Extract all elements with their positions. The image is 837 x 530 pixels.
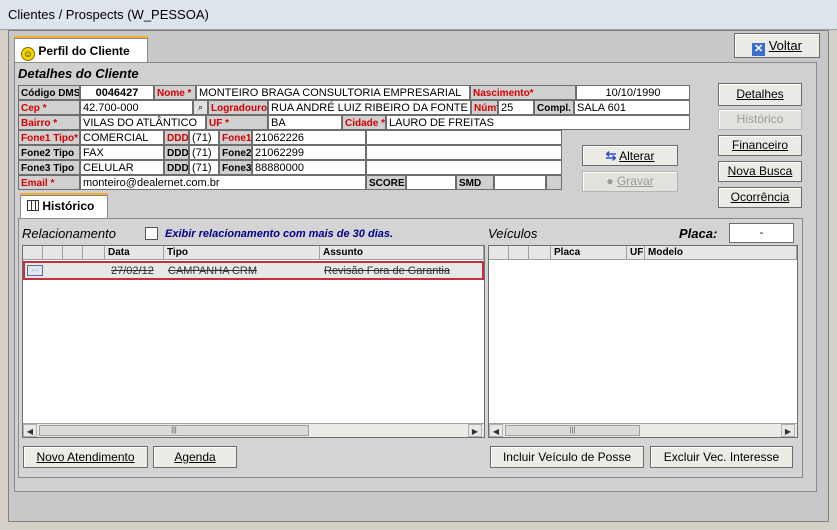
tab-perfil-do-cliente[interactable]: ☺ Perfil do Cliente xyxy=(14,38,148,62)
ddd3-label: DDD xyxy=(164,160,189,175)
cidade-field[interactable]: LAURO DE FREITAS xyxy=(386,115,690,130)
relacionamento-checkbox[interactable] xyxy=(145,227,158,240)
save-disk-icon: ● xyxy=(606,174,614,188)
placa-label: Placa: xyxy=(679,226,718,241)
tab-historico[interactable]: Histórico xyxy=(20,195,108,218)
bairro-label: Bairro * xyxy=(18,115,80,130)
table-icon xyxy=(27,200,39,211)
codigo-field[interactable]: 0046427 xyxy=(80,85,154,100)
placa-input[interactable]: - xyxy=(729,223,794,243)
fone1-label: Fone1 xyxy=(219,130,252,145)
fone1-tipo-label: Fone1 Tipo* xyxy=(18,130,80,145)
col-data[interactable]: Data xyxy=(105,246,164,260)
fone2-tipo-field[interactable]: FAX xyxy=(80,145,164,160)
ocorrencia-button[interactable]: Ocorrência xyxy=(718,187,802,208)
fone2-field[interactable]: 21062299 xyxy=(252,145,366,160)
scroll-right-icon[interactable]: ▶ xyxy=(468,424,482,437)
fone2-label: Fone2 xyxy=(219,145,252,160)
row-tipo: CAMPANHA CRM xyxy=(168,265,258,277)
detalhes-cliente-heading: Detalhes do Cliente xyxy=(18,66,139,81)
veiculos-grid: Placa UF Modelo ◀ ||| ▶ xyxy=(488,245,798,438)
relacionamento-title: Relacionamento xyxy=(22,226,116,241)
tab-perfil-label: Perfil do Cliente xyxy=(38,44,130,58)
col-tipo[interactable]: Tipo xyxy=(164,246,320,260)
voltar-button[interactable]: ✕ Voltar xyxy=(734,33,820,58)
uf-field[interactable]: BA xyxy=(268,115,342,130)
compl-field[interactable]: SALA 601 xyxy=(574,100,690,115)
historico-button[interactable]: Histórico xyxy=(718,109,802,130)
col-uf[interactable]: UF xyxy=(627,246,645,260)
cep-search-icon[interactable]: ⌕ xyxy=(193,100,208,115)
uf-label: UF * xyxy=(206,115,268,130)
smd-extra xyxy=(546,175,562,190)
nascimento-label: Nascimento* xyxy=(470,85,576,100)
table-row[interactable]: ··· 27/02/12 CAMPANHA CRM Revisão Fora d… xyxy=(23,261,484,280)
fone3-tipo-label: Fone3 Tipo xyxy=(18,160,80,175)
close-x-icon: ✕ xyxy=(752,43,766,56)
ddd3-field[interactable]: (71) xyxy=(189,160,219,175)
row-assunto: Revisão Fora de Garantia xyxy=(324,265,450,277)
cep-label: Cep * xyxy=(18,100,80,115)
fone1-extra-field[interactable] xyxy=(366,130,562,145)
scroll-left-icon[interactable]: ◀ xyxy=(489,424,503,437)
relacionamento-checkbox-label: Exibir relacionamento com mais de 30 dia… xyxy=(165,228,394,240)
logradouro-field[interactable]: RUA ANDRÉ LUIZ RIBEIRO DA FONTE xyxy=(268,100,471,115)
smiley-icon: ☺ xyxy=(21,47,35,61)
alterar-button[interactable]: ⇆ Alterar xyxy=(582,145,678,166)
relacionamento-grid: Data Tipo Assunto ··· 27/02/12 CAMPANHA … xyxy=(22,245,485,438)
tab-historico-label: Histórico xyxy=(42,199,95,213)
col-assunto[interactable]: Assunto xyxy=(320,246,484,260)
financeiro-button[interactable]: Financeiro xyxy=(718,135,802,156)
nome-label: Nome * xyxy=(154,85,196,100)
num-label: Núm* xyxy=(471,100,498,115)
num-field[interactable]: 25 xyxy=(498,100,534,115)
incluir-veiculo-button[interactable]: Incluir Veículo de Posse xyxy=(490,446,644,468)
fone3-field[interactable]: 88880000 xyxy=(252,160,366,175)
scroll-left-icon[interactable]: ◀ xyxy=(23,424,37,437)
veiculos-hscrollbar[interactable]: ◀ ||| ▶ xyxy=(489,423,797,437)
cidade-label: Cidade * xyxy=(342,115,386,130)
cep-field[interactable]: 42.700-000 xyxy=(80,100,193,115)
scroll-thumb[interactable]: ||| xyxy=(39,425,309,436)
ddd1-label: DDD xyxy=(164,130,189,145)
fone2-extra-field[interactable] xyxy=(366,145,562,160)
codigo-label: Código DMS xyxy=(18,85,80,100)
message-icon[interactable]: ··· xyxy=(27,265,43,276)
fone1-tipo-field[interactable]: COMERCIAL xyxy=(80,130,164,145)
window-title: Clientes / Prospects (W_PESSOA) xyxy=(0,0,837,30)
ddd1-field[interactable]: (71) xyxy=(189,130,219,145)
col-placa[interactable]: Placa xyxy=(551,246,627,260)
fone3-label: Fone3 xyxy=(219,160,252,175)
email-label: Email * xyxy=(18,175,80,190)
agenda-button[interactable]: Agenda xyxy=(153,446,237,468)
bairro-field[interactable]: VILAS DO ATLÂNTICO xyxy=(80,115,206,130)
compl-label: Compl. xyxy=(534,100,574,115)
col-modelo[interactable]: Modelo xyxy=(645,246,797,260)
ddd2-field[interactable]: (71) xyxy=(189,145,219,160)
veiculos-title: Veículos xyxy=(488,226,538,241)
excluir-vec-interesse-button[interactable]: Excluir Vec. Interesse xyxy=(650,446,793,468)
logradouro-label: Logradouro* xyxy=(208,100,268,115)
refresh-icon: ⇆ xyxy=(605,148,617,163)
scroll-thumb[interactable]: ||| xyxy=(505,425,640,436)
score-field[interactable] xyxy=(406,175,456,190)
fone3-extra-field[interactable] xyxy=(366,160,562,175)
smd-field[interactable] xyxy=(494,175,546,190)
fone3-tipo-field[interactable]: CELULAR xyxy=(80,160,164,175)
row-data: 27/02/12 xyxy=(111,265,154,277)
score-label: SCORE xyxy=(366,175,406,190)
detalhes-button[interactable]: Detalhes xyxy=(718,83,802,106)
nome-field[interactable]: MONTEIRO BRAGA CONSULTORIA EMPRESARIAL xyxy=(196,85,470,100)
nascimento-field[interactable]: 10/10/1990 xyxy=(576,85,690,100)
smd-label: SMD xyxy=(456,175,494,190)
fone2-tipo-label: Fone2 Tipo xyxy=(18,145,80,160)
gravar-button[interactable]: ● Gravar xyxy=(582,171,678,192)
fone1-field[interactable]: 21062226 xyxy=(252,130,366,145)
email-field[interactable]: monteiro@dealernet.com.br xyxy=(80,175,366,190)
ddd2-label: DDD xyxy=(164,145,189,160)
scroll-right-icon[interactable]: ▶ xyxy=(781,424,795,437)
nova-busca-button[interactable]: Nova Busca xyxy=(718,161,802,182)
novo-atendimento-button[interactable]: Novo Atendimento xyxy=(23,446,148,468)
relacionamento-hscrollbar[interactable]: ◀ ||| ▶ xyxy=(23,423,484,437)
